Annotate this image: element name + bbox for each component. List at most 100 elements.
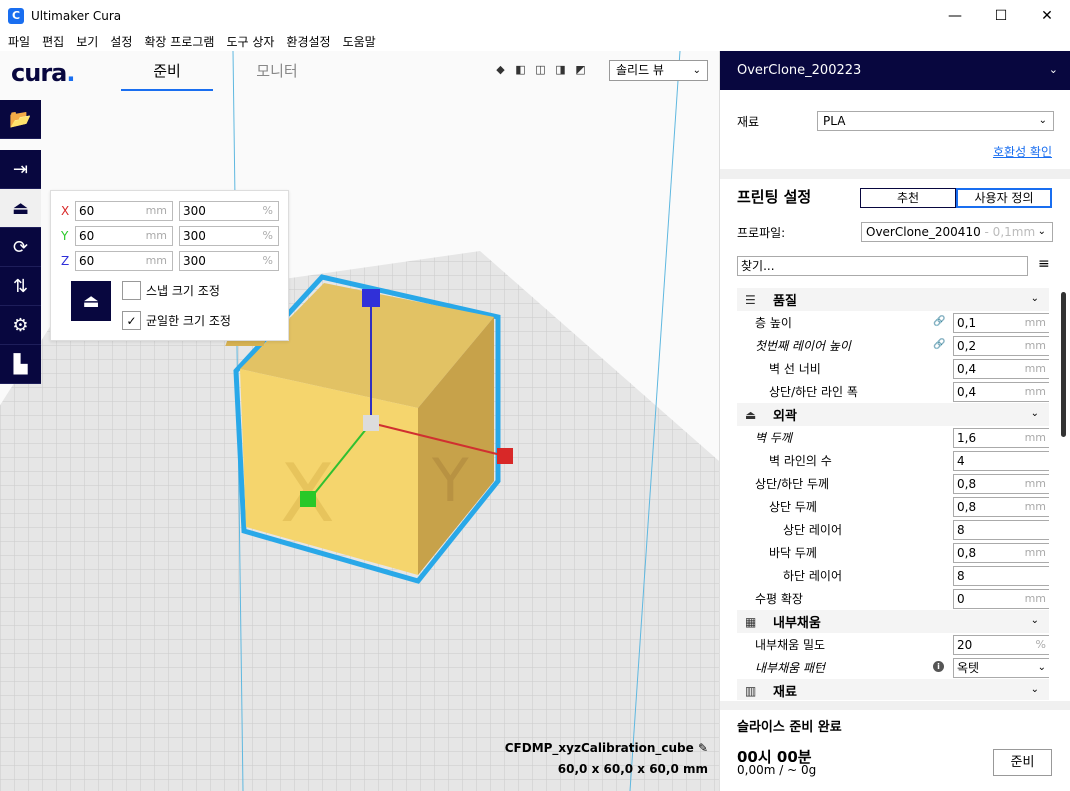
settings-mode-toggle: 추천 사용자 정의 xyxy=(860,188,1052,208)
profile-row: 프로파일: OverClone_200410 - 0,1mm ⌄ xyxy=(737,222,1053,242)
cura-app-icon: C xyxy=(8,7,24,24)
right-view-icon[interactable]: ◩ xyxy=(574,64,587,76)
top-bottom-line-width-input[interactable]: 0,4 mm xyxy=(953,382,1049,402)
print-settings-title: 프린팅 설정 xyxy=(737,188,812,206)
rotate-tool-button[interactable]: ⟳ xyxy=(0,228,41,267)
printer-name: OverClone_200223 xyxy=(737,63,862,78)
mirror-tool-button[interactable]: ⇅ xyxy=(0,267,41,306)
scale-tool-panel: X 60 mm 300% Y 60 mm 300% Z 60 mm 300% ⏏ 스냅… xyxy=(50,190,289,341)
scale-icon: ⏏ xyxy=(11,197,29,219)
tool-sidebar: 📂 ⇥ ⏏ ⟳ ⇅ ⚙ ▙ xyxy=(0,100,41,384)
category-material[interactable]: ▥ 재료 ⌄ xyxy=(737,679,1049,700)
slice-button[interactable]: 준비 xyxy=(993,749,1052,776)
setting-infill-pattern: 내부채움 패턴 i 옥텟 ⌄ xyxy=(737,656,1049,679)
camera-view-buttons: ◆ ◧ ◫ ◨ ◩ xyxy=(494,64,587,76)
reset-scale-icon: ⏏ xyxy=(82,290,100,312)
link-icon: 🔗 xyxy=(933,316,946,327)
reset-scale-button[interactable]: ⏏ xyxy=(71,281,111,321)
infill-icon: ▦ xyxy=(745,614,757,629)
menu-settings[interactable]: 설정 xyxy=(104,33,138,50)
wall-thickness-input[interactable]: 1,6 mm xyxy=(953,428,1049,448)
recommended-mode-button[interactable]: 추천 xyxy=(860,188,956,208)
bottom-thickness-input[interactable]: 0,8 mm xyxy=(953,543,1049,563)
settings-scrollbar[interactable] xyxy=(1061,292,1066,437)
uniform-scaling-checkbox[interactable]: ✓ 균일한 크기 조정 xyxy=(122,311,231,330)
move-tool-button[interactable]: ⇥ xyxy=(0,150,41,189)
scale-z-mm-input[interactable]: 60 mm xyxy=(75,251,173,271)
minimize-button[interactable]: — xyxy=(932,0,978,31)
material-label: 재료 xyxy=(737,114,760,129)
top-layers-input[interactable]: 8 xyxy=(953,520,1049,540)
settings-visibility-menu-icon[interactable]: ≡ xyxy=(1038,256,1050,272)
chevron-down-icon: ⌄ xyxy=(1038,115,1047,126)
model-dimensions: 60,0 x 60,0 x 60,0 mm xyxy=(557,762,708,776)
quality-icon: ☰ xyxy=(745,292,756,307)
maximize-button[interactable]: ☐ xyxy=(978,0,1024,31)
setting-wall-thickness: 벽 두께 1,6 mm xyxy=(737,426,1049,449)
3d-view-icon[interactable]: ◆ xyxy=(494,64,507,76)
slice-status-title: 슬라이스 준비 완료 xyxy=(737,720,842,735)
3d-viewport[interactable]: Z X Y cura. 준비 모니터 ◆ ◧ ◫ ◨ ◩ 솔리드 뷰 ⌄ 📂 ⇥… xyxy=(0,51,719,791)
per-model-settings-button[interactable]: ⚙ xyxy=(0,306,41,345)
infill-pattern-select[interactable]: 옥텟 ⌄ xyxy=(953,658,1049,678)
front-view-icon[interactable]: ◧ xyxy=(514,64,527,76)
tab-monitor[interactable]: 모니터 xyxy=(231,60,323,89)
view-type-select[interactable]: 솔리드 뷰 ⌄ xyxy=(609,60,708,81)
category-quality[interactable]: ☰ 품질 ⌄ xyxy=(737,288,1049,311)
wall-line-count-input[interactable]: 4 xyxy=(953,451,1049,471)
settings-search-input[interactable]: 찾기... xyxy=(737,256,1028,276)
top-thickness-input[interactable]: 0,8 mm xyxy=(953,497,1049,517)
per-model-icon: ⚙ xyxy=(12,314,29,336)
custom-mode-button[interactable]: 사용자 정의 xyxy=(956,188,1052,208)
top-bottom-thickness-input[interactable]: 0,8 mm xyxy=(953,474,1049,494)
tab-prepare[interactable]: 준비 xyxy=(121,60,213,91)
checkmark-icon: ✓ xyxy=(122,311,141,330)
snap-scaling-checkbox[interactable]: 스냅 크기 조정 xyxy=(122,281,220,300)
model-name[interactable]: CFDMP_xyzCalibration_cube ✎ xyxy=(505,741,708,755)
scale-y-percent-input[interactable]: 300% xyxy=(179,226,279,246)
category-infill[interactable]: ▦ 내부채움 ⌄ xyxy=(737,610,1049,633)
scale-tool-button[interactable]: ⏏ xyxy=(0,189,41,228)
scale-y-mm-input[interactable]: 60 mm xyxy=(75,226,173,246)
menu-view[interactable]: 보기 xyxy=(70,33,104,50)
menu-toolbox[interactable]: 도구 상자 xyxy=(220,33,280,50)
scale-x-mm-input[interactable]: 60 mm xyxy=(75,201,173,221)
open-file-button[interactable]: 📂 xyxy=(0,100,41,139)
menu-help[interactable]: 도움말 xyxy=(337,33,382,50)
horizontal-expansion-input[interactable]: 0 mm xyxy=(953,589,1049,609)
material-select[interactable]: PLA ⌄ xyxy=(817,111,1054,131)
menu-edit[interactable]: 편집 xyxy=(36,33,70,50)
scale-z-percent-input[interactable]: 300% xyxy=(179,251,279,271)
link-icon: 🔗 xyxy=(933,339,946,350)
menu-file[interactable]: 파일 xyxy=(2,33,36,50)
folder-icon: 📂 xyxy=(9,108,32,130)
uniform-scaling-label: 균일한 크기 조정 xyxy=(146,314,231,328)
profile-select[interactable]: OverClone_200410 - 0,1mm ⌄ xyxy=(861,222,1053,242)
close-button[interactable]: ✕ xyxy=(1024,0,1070,31)
menu-extensions[interactable]: 확장 프로그램 xyxy=(138,33,220,50)
setting-infill-density: 내부채움 밀도 20% xyxy=(737,633,1049,656)
bottom-layers-input[interactable]: 8 xyxy=(953,566,1049,586)
build-plate-scene[interactable]: Z X Y xyxy=(0,51,719,791)
top-view-icon[interactable]: ◫ xyxy=(534,64,547,76)
setting-wall-line-count: 벽 라인의 수 4 xyxy=(737,449,1049,472)
initial-layer-height-input[interactable]: 0,2 mm xyxy=(953,336,1049,356)
layer-height-input[interactable]: 0,1 mm xyxy=(953,313,1049,333)
support-blocker-button[interactable]: ▙ xyxy=(0,345,41,384)
compatibility-link[interactable]: 호환성 확인 xyxy=(993,143,1052,160)
pencil-icon[interactable]: ✎ xyxy=(698,741,708,755)
info-icon[interactable]: i xyxy=(933,661,944,672)
view-type-value: 솔리드 뷰 xyxy=(616,63,664,77)
wall-line-width-input[interactable]: 0,4 mm xyxy=(953,359,1049,379)
category-shell[interactable]: ⏏ 외곽 ⌄ xyxy=(737,403,1049,426)
infill-density-input[interactable]: 20% xyxy=(953,635,1049,655)
window-title: Ultimaker Cura xyxy=(31,8,122,23)
scale-x-percent-input[interactable]: 300% xyxy=(179,201,279,221)
menu-preferences[interactable]: 환경설정 xyxy=(280,33,336,50)
z-axis-label: Z xyxy=(61,254,70,268)
setting-wall-line-width: 벽 선 너비 0,4 mm xyxy=(737,357,1049,380)
chevron-down-icon: ⌄ xyxy=(1037,662,1046,673)
printer-selector[interactable]: OverClone_200223 ⌄ xyxy=(720,51,1070,90)
scale-z-row: Z 60 mm 300% xyxy=(61,251,279,271)
left-view-icon[interactable]: ◨ xyxy=(554,64,567,76)
